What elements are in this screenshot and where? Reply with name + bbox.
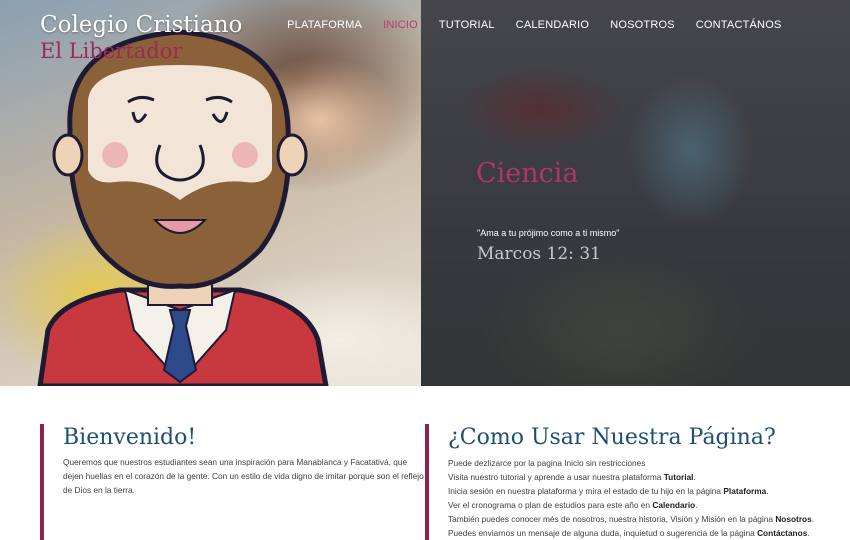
slide-reference: Marcos 12: 31: [477, 244, 601, 264]
howto-line: Inicia sesión en nuestra plataforma y mi…: [448, 486, 769, 496]
nav-item-inicio[interactable]: INICIO: [373, 19, 429, 31]
nav-item-tutorial[interactable]: TUTORIAL: [428, 19, 505, 31]
nav-item-plataforma[interactable]: PLATAFORMA: [277, 19, 373, 31]
site-brand[interactable]: Colegio Cristiano El Libertador: [40, 11, 242, 63]
howto-line: También puedes conocer més de nosotros, …: [448, 514, 815, 524]
welcome-text: Queremos que nuestros estudiantes sean u…: [63, 457, 424, 495]
howto-line: Ver el cronograma o plan de estudios par…: [448, 500, 698, 510]
cartoon-teacher-illustration: [37, 29, 329, 386]
nav-item-calendario[interactable]: CALENDARIO: [505, 19, 600, 31]
nav-item-contactanos[interactable]: CONTACTÁNOS: [685, 19, 792, 31]
welcome-section: Bienvenido! Queremos que nuestros estudi…: [40, 424, 425, 540]
howto-line: Puedes enviarnos un mensaje de alguna du…: [448, 528, 810, 538]
brand-subtitle: El Libertador: [40, 39, 183, 63]
hero-caption-overlay: [421, 0, 850, 386]
slide-title: Ciencia: [476, 158, 579, 189]
tutorial-link[interactable]: Tutorial: [664, 472, 694, 482]
howto-section: ¿Como Usar Nuestra Página? Puede dezliza…: [425, 424, 825, 540]
calendario-link[interactable]: Calendario: [652, 500, 695, 510]
nav-item-nosotros[interactable]: NOSOTROS: [600, 19, 686, 31]
main-nav: PLATAFORMA INICIO TUTORIAL CALENDARIO NO…: [277, 19, 792, 31]
welcome-heading: Bienvenido!: [63, 425, 197, 450]
howto-list: Puede dezlizarce por la pagina Inicio si…: [448, 456, 825, 540]
howto-line: Visita nuestro tutorial y aprende a usar…: [448, 472, 696, 482]
brand-title: Colegio Cristiano: [40, 12, 243, 38]
hero-slider: Colegio Cristiano El Libertador PLATAFOR…: [0, 0, 850, 386]
slide-quote: "Ama a tu prójimo como a ti mismo": [477, 228, 620, 238]
howto-line: Puede dezlizarce por la pagina Inicio si…: [448, 458, 646, 468]
plataforma-link[interactable]: Plataforma: [723, 486, 766, 496]
nosotros-link[interactable]: Nosotros: [775, 514, 811, 524]
contactanos-link[interactable]: Contáctanos: [757, 528, 807, 538]
howto-heading: ¿Como Usar Nuestra Página?: [448, 425, 776, 450]
